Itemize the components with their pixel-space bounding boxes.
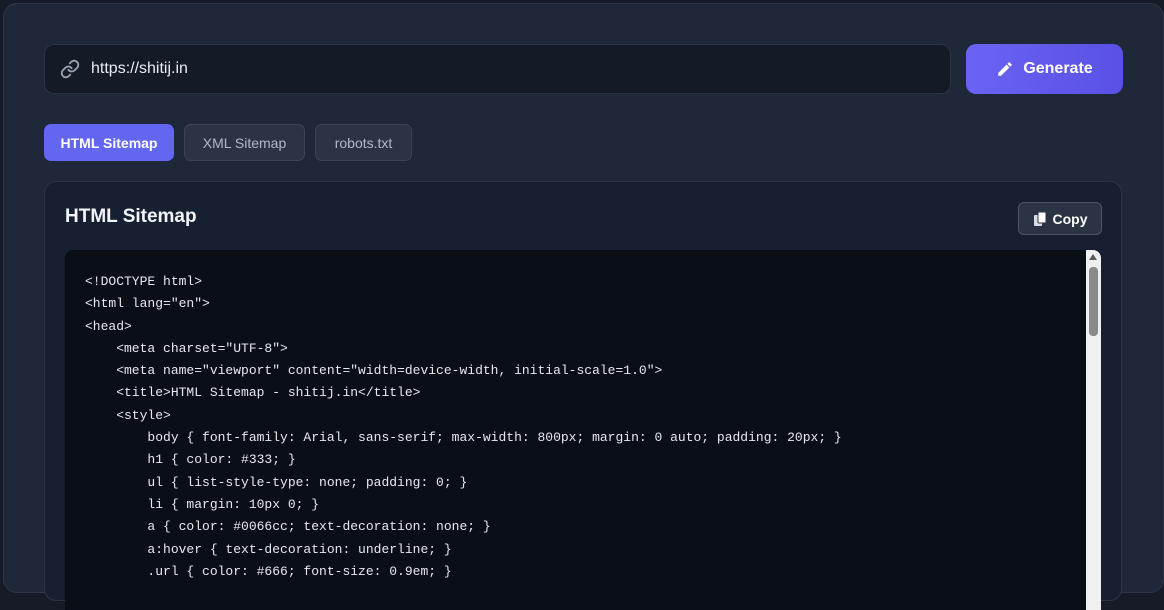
url-input[interactable] (91, 54, 911, 84)
scroll-up-arrow-icon[interactable] (1089, 254, 1097, 260)
code-content: <!DOCTYPE html> <html lang="en"> <head> <m… (85, 271, 842, 583)
code-line: li { margin: 10px 0; } (85, 496, 320, 512)
code-line: a:hover { text-decoration: underline; } (85, 541, 452, 557)
generate-button[interactable]: Generate (966, 44, 1123, 94)
sitemap-tabs: HTML Sitemap XML Sitemap robots.txt (44, 124, 422, 161)
generator-panel: Generate HTML Sitemap XML Sitemap robots… (3, 3, 1164, 610)
card-title: HTML Sitemap (65, 206, 197, 227)
code-line: ul { list-style-type: none; padding: 0; … (85, 474, 468, 490)
output-card: HTML Sitemap Copy <!DOCTYPE html> <html l… (44, 181, 1122, 610)
vertical-scrollbar[interactable] (1086, 250, 1101, 610)
tab-label: robots.txt (334, 134, 393, 151)
code-line: <style> (85, 407, 171, 423)
code-line: body { font-family: Arial, sans-serif; m… (85, 430, 842, 446)
code-line: h1 { color: #333; } (85, 452, 296, 468)
code-line: <!DOCTYPE html> (85, 274, 203, 289)
copy-button[interactable]: Copy (1018, 202, 1102, 235)
generate-label: Generate (1023, 60, 1093, 77)
code-line: <meta name="viewport" content="width=dev… (85, 363, 663, 379)
code-line: .url { color: #666; font-size: 0.9em; } (85, 563, 452, 579)
tab-label: XML Sitemap (202, 134, 287, 151)
code-line: a { color: #0066cc; text-decoration: non… (85, 519, 491, 535)
code-output[interactable]: <!DOCTYPE html> <html lang="en"> <head> <m… (65, 250, 1101, 610)
tab-label: HTML Sitemap (60, 134, 158, 151)
url-field[interactable] (44, 44, 951, 94)
link-icon (58, 57, 82, 81)
scroll-thumb[interactable] (1089, 267, 1098, 336)
copy-label: Copy (1052, 210, 1088, 227)
tab-robots-txt[interactable]: robots.txt (315, 124, 412, 161)
code-line: <meta charset="UTF-8"> (85, 340, 288, 356)
pencil-icon (996, 60, 1014, 78)
code-line: <html lang="en"> (85, 296, 210, 312)
tab-html-sitemap[interactable]: HTML Sitemap (44, 124, 174, 161)
code-line: <head> (85, 318, 132, 334)
copy-icon (1033, 211, 1047, 227)
tab-xml-sitemap[interactable]: XML Sitemap (184, 124, 305, 161)
code-line: <title>HTML Sitemap - shitij.in</title> (85, 385, 421, 401)
